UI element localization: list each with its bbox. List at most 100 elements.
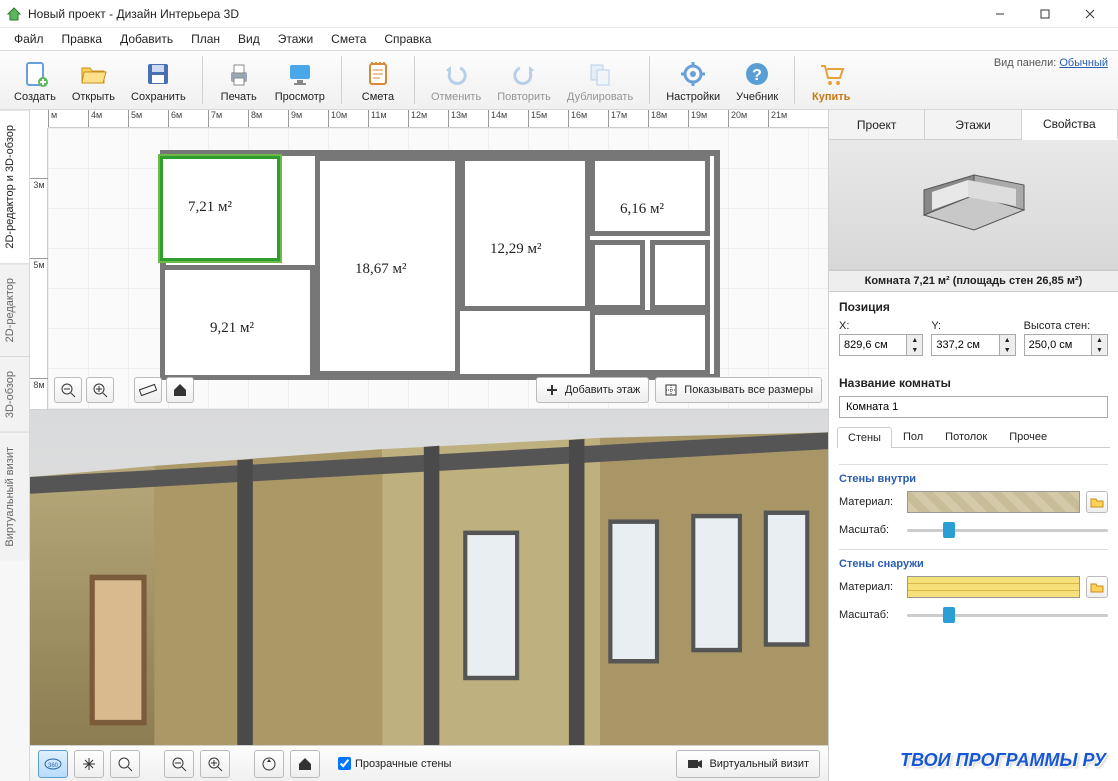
undo-button[interactable]: Отменить xyxy=(423,56,489,105)
menubar: Файл Правка Добавить План Вид Этажи Смет… xyxy=(0,28,1118,50)
spin-up[interactable]: ▲ xyxy=(907,335,922,345)
plan-view[interactable]: м 4м 5м 6м 7м 8м 9м 10м 11м 12м 13м 14м … xyxy=(30,110,828,410)
show-sizes-button[interactable]: Показывать все размеры xyxy=(655,377,822,403)
subtab-walls[interactable]: Стены xyxy=(837,427,892,448)
maximize-button[interactable] xyxy=(1022,0,1067,28)
duplicate-icon xyxy=(584,58,616,90)
menu-file[interactable]: Файл xyxy=(6,30,52,48)
open-button[interactable]: Открыть xyxy=(64,56,123,105)
room-area-1: 7,21 м² xyxy=(188,199,232,216)
side-tab-virtual[interactable]: Виртуальный визит xyxy=(0,432,29,561)
notepad-icon xyxy=(362,58,394,90)
toolbar: Создать Открыть Сохранить Печать Просмот… xyxy=(0,50,1118,110)
home-3d-button[interactable] xyxy=(290,750,320,778)
browse-inner-material[interactable] xyxy=(1086,491,1108,513)
room-area-3: 18,67 м² xyxy=(355,261,407,278)
minimize-button[interactable] xyxy=(977,0,1022,28)
menu-estimate[interactable]: Смета xyxy=(323,30,374,48)
add-floor-button[interactable]: Добавить этаж xyxy=(536,377,649,403)
outer-scale-slider[interactable] xyxy=(907,604,1108,626)
right-panel: Проект Этажи Свойства Комната 7,21 м² (п… xyxy=(828,110,1118,781)
tab-properties[interactable]: Свойства xyxy=(1022,110,1118,140)
measure-button[interactable] xyxy=(134,377,162,403)
side-tabs: 2D-редактор и 3D-обзор 2D-редактор 3D-об… xyxy=(0,110,30,781)
camera-icon xyxy=(687,758,703,770)
printer-icon xyxy=(223,58,255,90)
outer-material-swatch[interactable] xyxy=(907,576,1080,598)
pan-button[interactable] xyxy=(74,750,104,778)
tab-floors[interactable]: Этажи xyxy=(925,110,1021,139)
app-icon xyxy=(6,6,22,22)
zoom-out-button[interactable] xyxy=(54,377,82,403)
room-preview xyxy=(829,140,1118,270)
redo-icon xyxy=(508,58,540,90)
menu-plan[interactable]: План xyxy=(183,30,228,48)
room-area-2: 6,16 м² xyxy=(620,201,664,218)
tab-project[interactable]: Проект xyxy=(829,110,925,139)
browse-outer-material[interactable] xyxy=(1086,576,1108,598)
panel-mode-link[interactable]: Обычный xyxy=(1059,57,1108,69)
tutorial-button[interactable]: ?Учебник xyxy=(728,56,786,105)
height-input[interactable]: ▲▼ xyxy=(1024,334,1108,356)
subtab-other[interactable]: Прочее xyxy=(998,426,1058,447)
zoom-out-3d[interactable] xyxy=(164,750,194,778)
zoom-in-3d[interactable] xyxy=(200,750,230,778)
preview-button[interactable]: Просмотр xyxy=(267,56,333,105)
ruler-vertical: 3м 5м 8м xyxy=(30,128,48,409)
create-button[interactable]: Создать xyxy=(6,56,64,105)
gear-icon xyxy=(677,58,709,90)
folder-icon xyxy=(1090,496,1104,508)
dimensions-icon xyxy=(664,383,678,397)
new-file-icon xyxy=(19,58,51,90)
menu-edit[interactable]: Правка xyxy=(54,30,111,48)
walls-outside-heading: Стены снаружи xyxy=(839,558,1108,570)
titlebar: Новый проект - Дизайн Интерьера 3D xyxy=(0,0,1118,28)
inner-material-swatch[interactable] xyxy=(907,491,1080,513)
virtual-visit-button[interactable]: Виртуальный визит xyxy=(676,750,820,778)
menu-add[interactable]: Добавить xyxy=(112,30,181,48)
cart-icon xyxy=(815,58,847,90)
menu-view[interactable]: Вид xyxy=(230,30,268,48)
side-tab-2d[interactable]: 2D-редактор xyxy=(0,263,29,356)
buy-button[interactable]: Купить xyxy=(803,56,859,105)
plus-icon xyxy=(545,383,559,397)
redo-button[interactable]: Повторить xyxy=(489,56,559,105)
room-title: Комната 7,21 м² (площадь стен 26,85 м²) xyxy=(829,270,1118,292)
svg-text:?: ? xyxy=(752,67,762,84)
orbit-button[interactable]: 360 xyxy=(38,750,68,778)
3d-view[interactable] xyxy=(30,410,828,745)
zoom-button[interactable] xyxy=(110,750,140,778)
room-area-5: 9,21 м² xyxy=(210,320,254,337)
room-area-4: 12,29 м² xyxy=(490,241,542,258)
x-input[interactable]: ▲▼ xyxy=(839,334,923,356)
transparent-walls-checkbox[interactable]: Прозрачные стены xyxy=(338,757,451,770)
save-icon xyxy=(142,58,174,90)
spin-down[interactable]: ▼ xyxy=(907,345,922,355)
svg-text:360: 360 xyxy=(48,763,59,769)
print-button[interactable]: Печать xyxy=(211,56,267,105)
reset-view-button[interactable] xyxy=(254,750,284,778)
estimate-button[interactable]: Смета xyxy=(350,56,406,105)
side-tab-3d[interactable]: 3D-обзор xyxy=(0,356,29,432)
side-tab-2d3d[interactable]: 2D-редактор и 3D-обзор xyxy=(0,110,29,263)
subtab-floor[interactable]: Пол xyxy=(892,426,934,447)
room-name-heading: Название комнаты xyxy=(839,376,1108,390)
duplicate-button[interactable]: Дублировать xyxy=(559,56,641,105)
menu-floors[interactable]: Этажи xyxy=(270,30,321,48)
home-button[interactable] xyxy=(166,377,194,403)
menu-help[interactable]: Справка xyxy=(376,30,439,48)
zoom-in-button[interactable] xyxy=(86,377,114,403)
folder-open-icon xyxy=(77,58,109,90)
room-name-input[interactable] xyxy=(839,396,1108,418)
subtab-ceiling[interactable]: Потолок xyxy=(934,426,998,447)
walls-inside-heading: Стены внутри xyxy=(839,473,1108,485)
save-button[interactable]: Сохранить xyxy=(123,56,194,105)
settings-button[interactable]: Настройки xyxy=(658,56,728,105)
folder-icon xyxy=(1090,581,1104,593)
close-button[interactable] xyxy=(1067,0,1112,28)
panel-mode: Вид панели: Обычный xyxy=(994,57,1108,69)
y-input[interactable]: ▲▼ xyxy=(931,334,1015,356)
bottom-toolbar: 360 Прозрачные стены Виртуальный визит xyxy=(30,745,828,781)
inner-scale-slider[interactable] xyxy=(907,519,1108,541)
help-icon: ? xyxy=(741,58,773,90)
